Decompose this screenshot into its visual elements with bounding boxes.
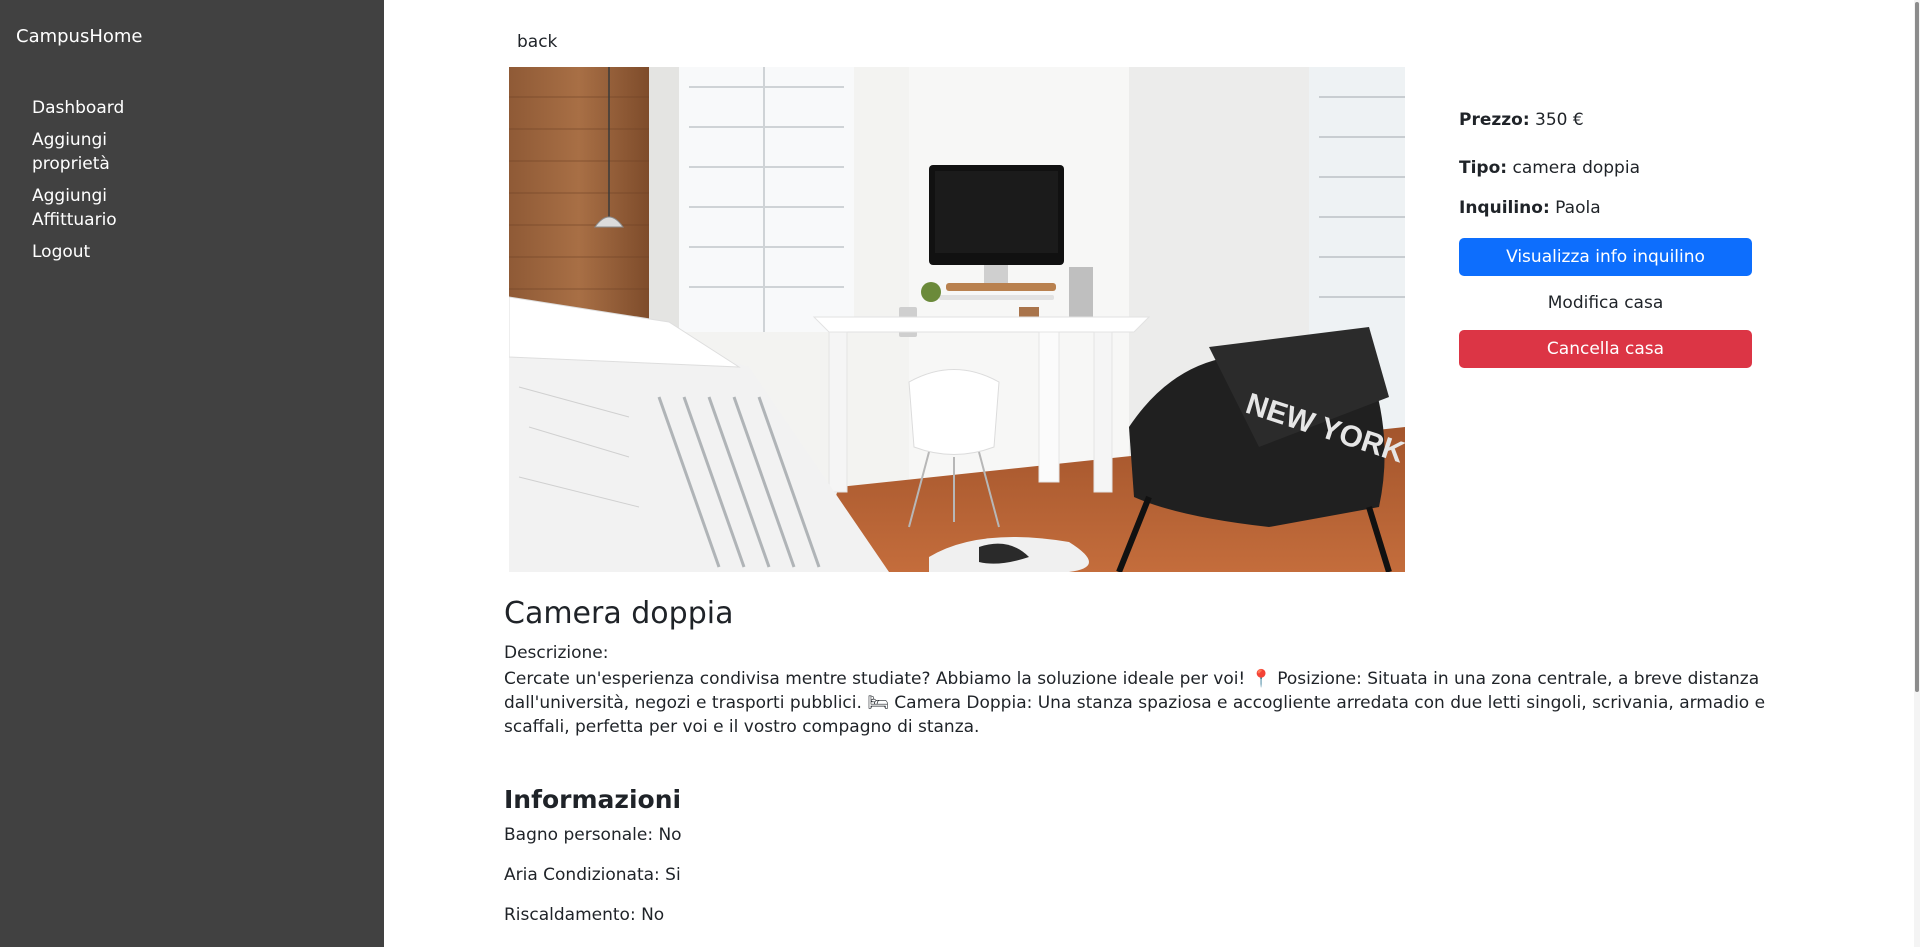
edit-house-button[interactable]: Modifica casa	[1459, 284, 1752, 322]
brand-title: CampusHome	[16, 26, 143, 47]
price-label: Prezzo:	[1459, 110, 1530, 130]
sidebar-item-logout[interactable]: Logout	[32, 240, 172, 264]
price-row: Prezzo: 350 €	[1459, 110, 1584, 130]
sidebar: CampusHome Dashboard Aggiungi proprietà …	[0, 0, 384, 947]
feature-bagno: Bagno personale: No	[504, 825, 682, 845]
sidebar-nav: Dashboard Aggiungi proprietà Aggiungi Af…	[32, 96, 172, 272]
sidebar-item-aggiungi-proprieta[interactable]: Aggiungi proprietà	[32, 128, 172, 176]
price-value: 350 €	[1535, 110, 1584, 130]
property-title: Camera doppia	[504, 596, 734, 631]
tenant-label: Inquilino:	[1459, 198, 1550, 218]
back-link[interactable]: back	[517, 32, 557, 52]
type-row: Tipo: camera doppia	[1459, 158, 1640, 178]
scrollbar-thumb[interactable]	[1915, 2, 1919, 692]
delete-house-button[interactable]: Cancella casa	[1459, 330, 1752, 368]
view-tenant-info-button[interactable]: Visualizza info inquilino	[1459, 238, 1752, 276]
sidebar-item-dashboard[interactable]: Dashboard	[32, 96, 172, 120]
informazioni-title: Informazioni	[504, 785, 682, 814]
type-value: camera doppia	[1512, 158, 1640, 178]
page-scrollbar[interactable]	[1914, 0, 1920, 947]
tenant-value: Paola	[1555, 198, 1601, 218]
bedroom-illustration: NEW YORK	[509, 67, 1405, 572]
sidebar-item-aggiungi-affittuario[interactable]: Aggiungi Affittuario	[32, 184, 172, 232]
main-content: back NEW YORK Prezzo: 350 € Tipo: camera…	[384, 0, 1920, 947]
feature-riscaldamento: Riscaldamento: No	[504, 905, 665, 925]
description-label: Descrizione:	[504, 643, 609, 663]
type-label: Tipo:	[1459, 158, 1508, 178]
feature-aria: Aria Condizionata: Si	[504, 865, 681, 885]
property-photo: NEW YORK	[509, 67, 1405, 572]
tenant-row: Inquilino: Paola	[1459, 198, 1601, 218]
description-text: Cercate un'esperienza condivisa mentre s…	[504, 669, 1766, 737]
